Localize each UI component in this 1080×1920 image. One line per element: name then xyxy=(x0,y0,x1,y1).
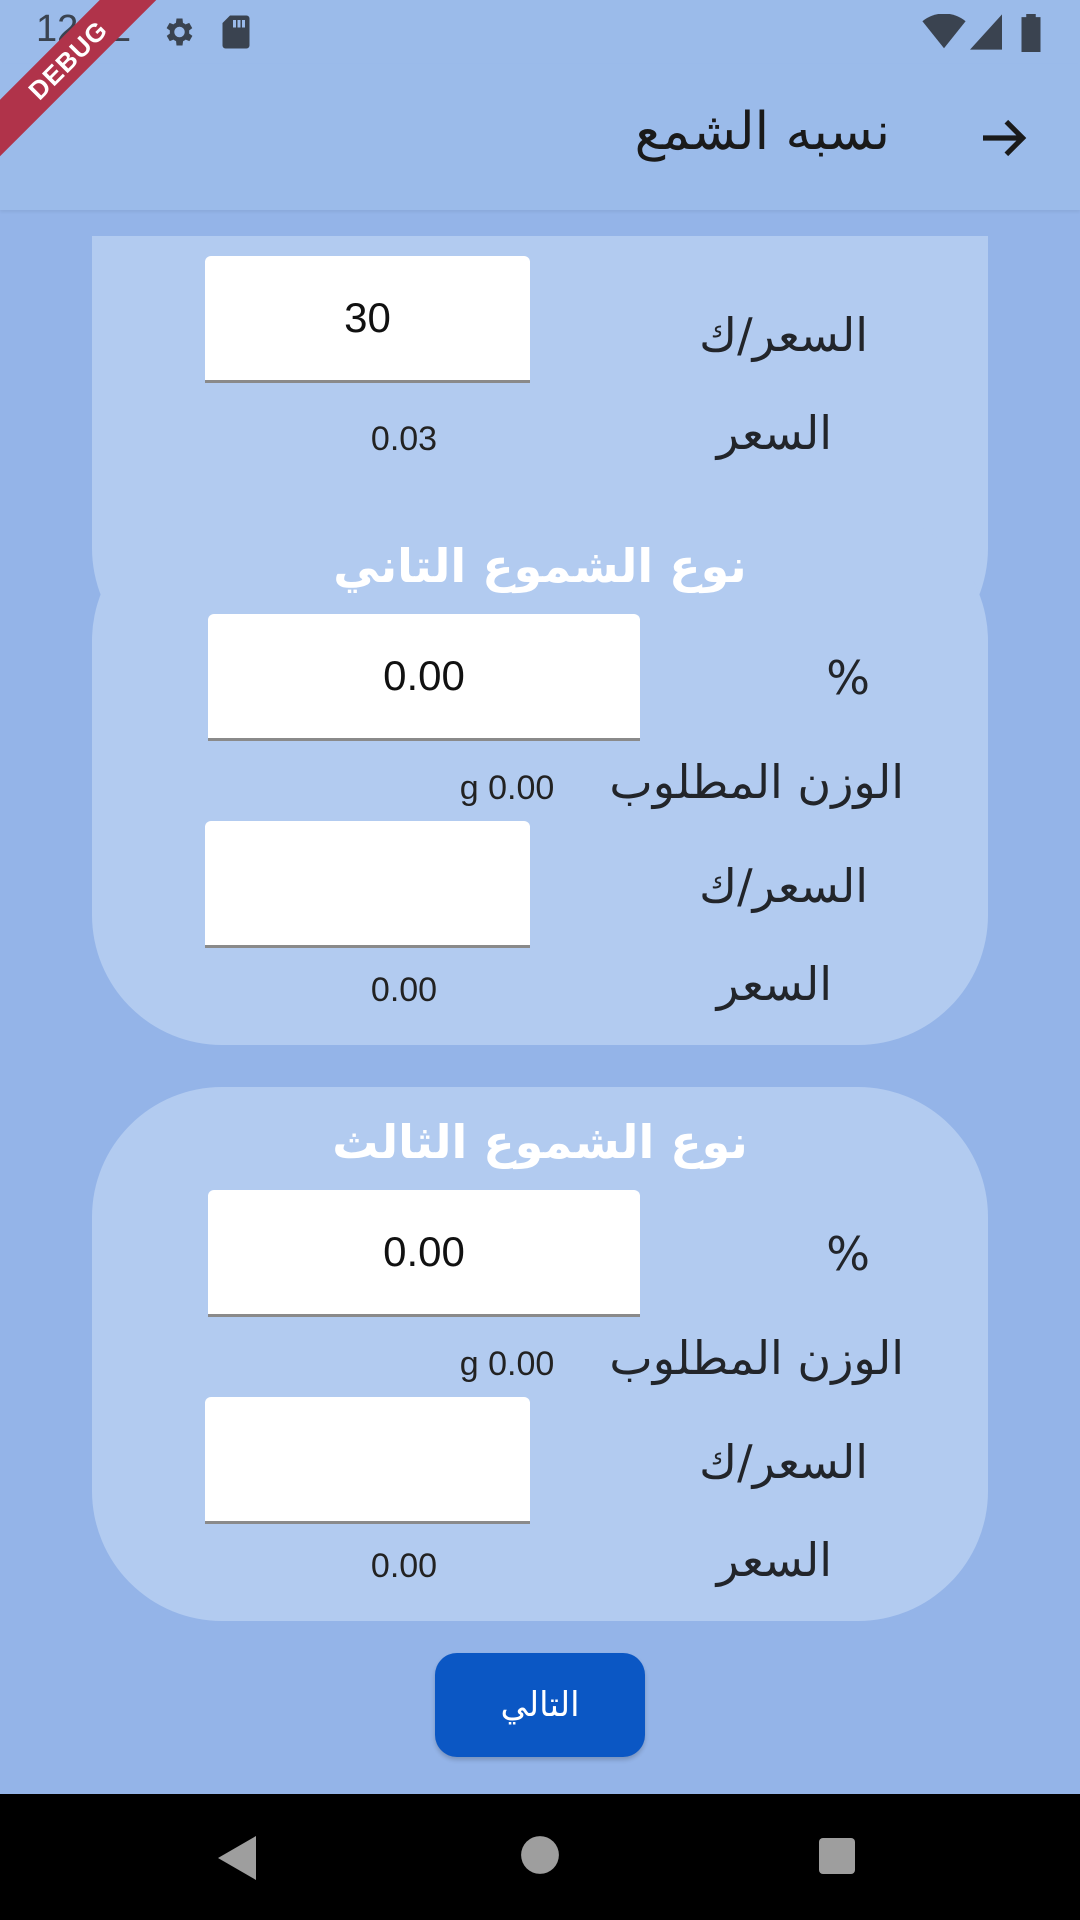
percent-label: % xyxy=(826,1227,870,1281)
page-title: نسبه الشمع xyxy=(634,102,890,162)
price-per-kg-label: السعر/ك xyxy=(699,859,868,913)
wax-card-third: نوع الشموع الثالث % الوزن المطلوب g 0.00… xyxy=(92,1087,988,1621)
price-label: السعر xyxy=(716,1533,832,1587)
price-per-kg-input[interactable] xyxy=(205,821,530,945)
battery-icon xyxy=(1018,14,1044,56)
price-label: السعر xyxy=(716,957,832,1011)
app-bar: نسبه الشمع xyxy=(0,64,1080,210)
recents-square-icon[interactable] xyxy=(817,1836,857,1880)
percent-input[interactable] xyxy=(208,614,640,738)
percent-label: % xyxy=(826,651,870,705)
required-weight-label: الوزن المطلوب xyxy=(609,1331,904,1385)
percent-field[interactable] xyxy=(208,614,640,741)
back-triangle-icon[interactable] xyxy=(216,1834,260,1886)
price-value: 0.00 xyxy=(370,971,438,1009)
required-weight-value: g 0.00 xyxy=(459,1345,555,1383)
sd-card-icon xyxy=(220,14,252,54)
price-per-kg-label: السعر/ك xyxy=(699,1435,868,1489)
price-per-kg-input[interactable] xyxy=(205,1397,530,1521)
gear-icon xyxy=(160,14,196,54)
system-nav-bar xyxy=(0,1794,1080,1920)
price-label: السعر xyxy=(716,406,832,460)
required-weight-value: g 0.00 xyxy=(459,769,555,807)
price-per-kg-field[interactable] xyxy=(205,1397,530,1524)
signal-icon xyxy=(970,14,1002,54)
price-value: 0.00 xyxy=(370,1547,438,1585)
arrow-right-icon xyxy=(983,119,1027,157)
home-circle-icon[interactable] xyxy=(519,1834,561,1880)
back-button[interactable] xyxy=(976,110,1032,166)
card-title: نوع الشموع التاني xyxy=(333,539,747,593)
price-per-kg-field[interactable] xyxy=(205,821,530,948)
price-value: 0.03 xyxy=(370,420,438,458)
percent-input[interactable] xyxy=(208,1190,640,1314)
wifi-icon xyxy=(922,13,966,54)
card-title: نوع الشموع الثالث xyxy=(332,1115,748,1169)
wax-card-second: نوع الشموع التاني % الوزن المطلوب g 0.00… xyxy=(92,511,988,1045)
scroll-content[interactable]: السعر/ك السعر 0.03 نوع الشموع التاني % ا… xyxy=(0,210,1080,1794)
price-per-kg-field[interactable] xyxy=(205,256,530,383)
required-weight-label: الوزن المطلوب xyxy=(609,755,904,809)
price-per-kg-label: السعر/ك xyxy=(699,308,868,362)
percent-field[interactable] xyxy=(208,1190,640,1317)
status-bar: 12:52 xyxy=(0,0,1080,64)
next-button[interactable]: التالي xyxy=(435,1653,645,1757)
price-per-kg-input[interactable] xyxy=(205,256,530,380)
